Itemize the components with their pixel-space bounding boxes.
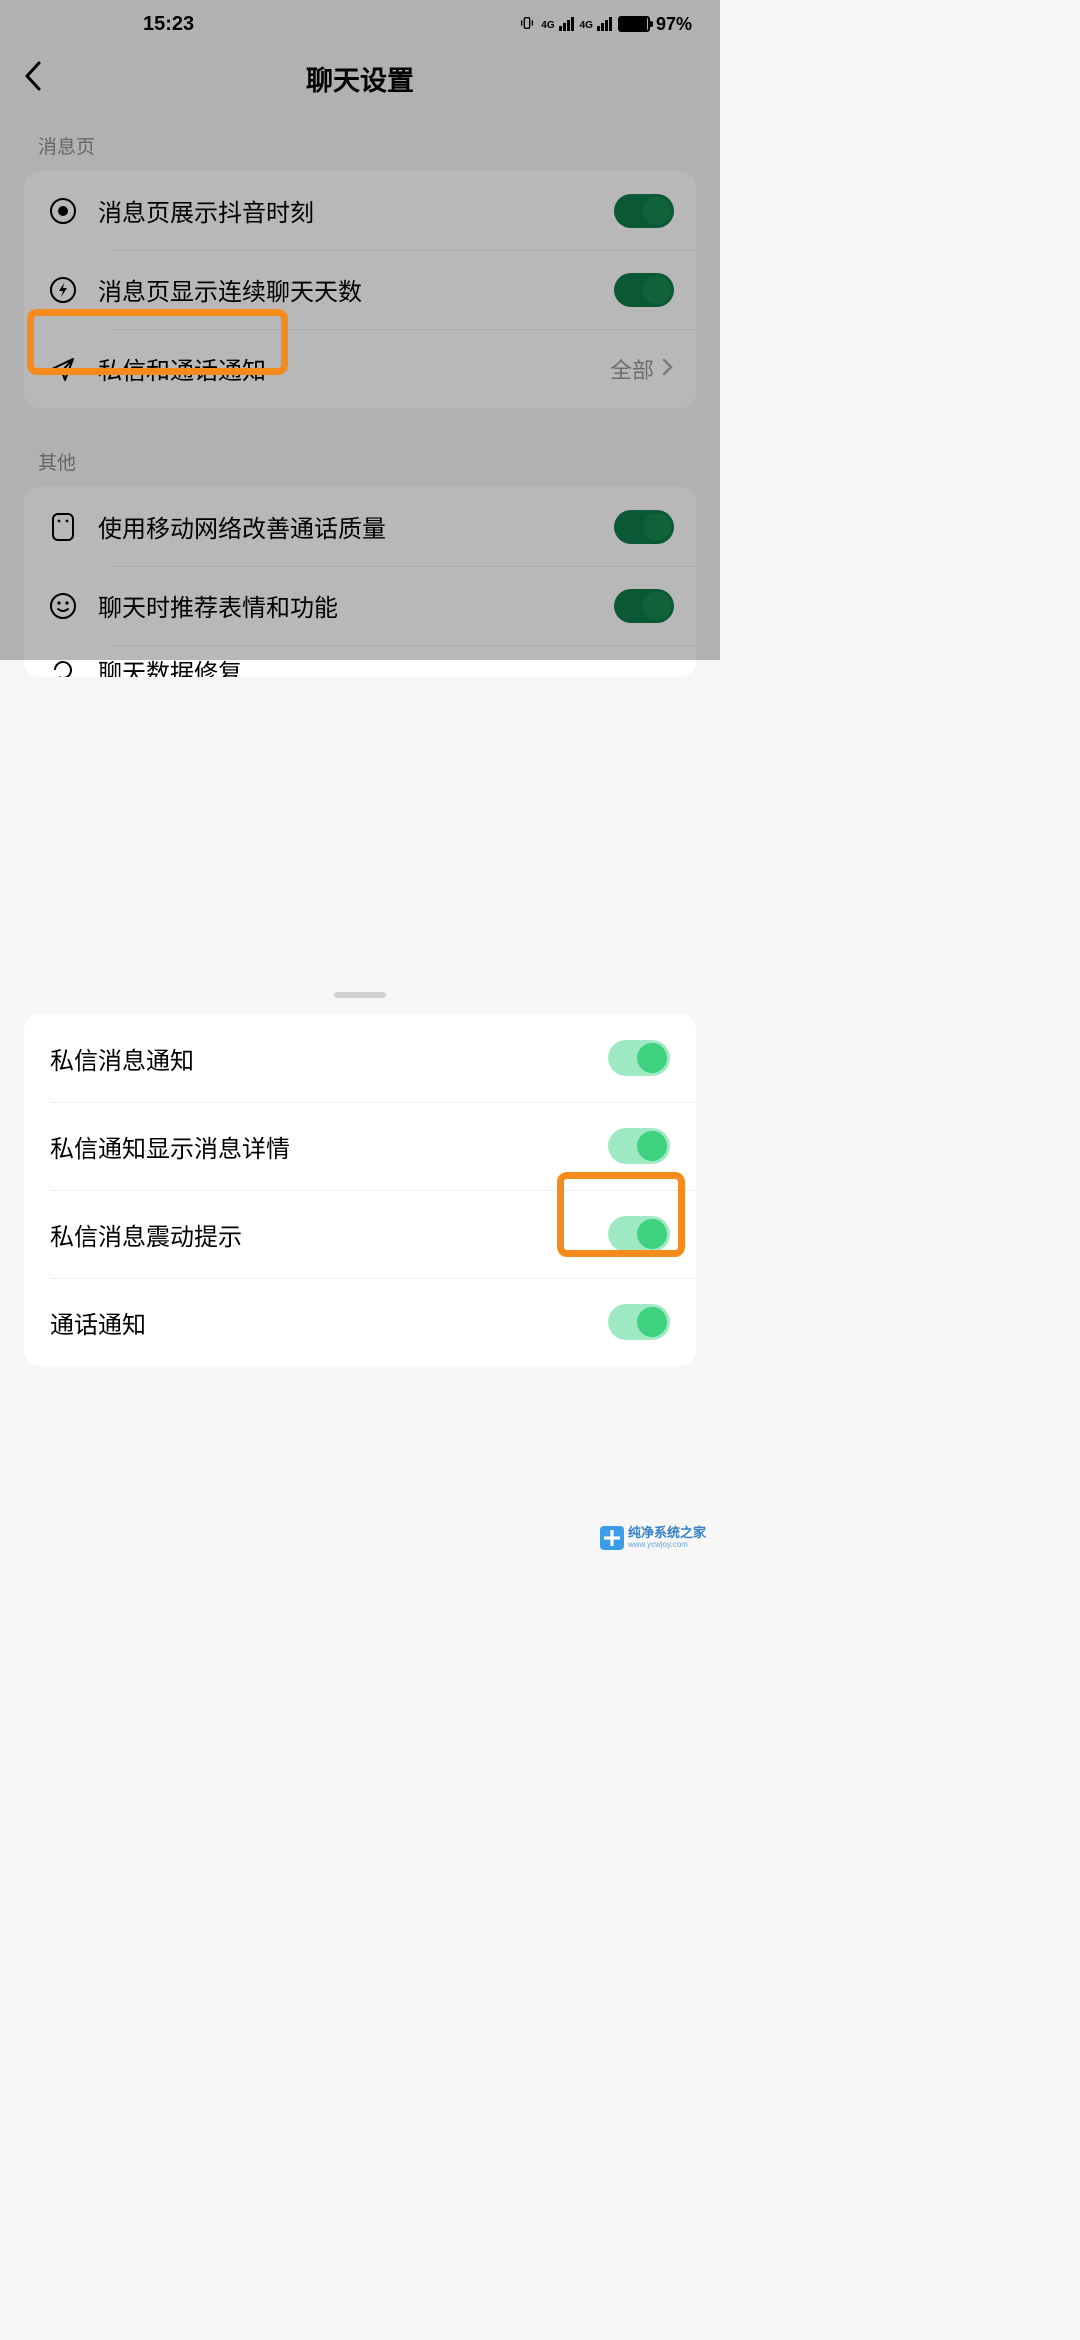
sim-icon: [46, 510, 80, 544]
sheet-label: 通话通知: [50, 1305, 608, 1340]
toggle-call-notify[interactable]: [608, 1304, 670, 1340]
row-data-repair-partial[interactable]: 聊天数据修复: [24, 645, 696, 677]
toggle-dm-notify[interactable]: [608, 1040, 670, 1076]
sheet-row-dm-detail[interactable]: 私信通知显示消息详情: [24, 1102, 696, 1190]
smiley-icon: [46, 589, 80, 623]
sheet-row-dm-notify[interactable]: 私信消息通知: [24, 1014, 696, 1102]
heart-circle-icon: [46, 194, 80, 228]
sheet-label: 私信通知显示消息详情: [50, 1129, 608, 1164]
row-label: 私信和通话通知: [98, 351, 610, 386]
section-label-other: 其他: [0, 408, 720, 487]
row-label: 消息页显示连续聊天天数: [98, 272, 614, 307]
toggle-chat-days[interactable]: [614, 273, 674, 307]
signal-1: 4G: [541, 17, 573, 31]
back-button[interactable]: [24, 61, 44, 96]
row-dm-notifications[interactable]: 私信和通话通知 全部: [24, 329, 696, 408]
battery-icon: [618, 16, 650, 32]
sheet-row-call-notify[interactable]: 通话通知: [24, 1278, 696, 1366]
sheet-row-dm-vibrate[interactable]: 私信消息震动提示: [24, 1190, 696, 1278]
sheet-label: 私信消息震动提示: [50, 1217, 608, 1252]
bottom-sheet: 私信消息通知 私信通知显示消息详情 私信消息震动提示 通话通知: [0, 980, 720, 1560]
row-label: 消息页展示抖音时刻: [98, 193, 614, 228]
toggle-douyin-moments[interactable]: [614, 194, 674, 228]
sheet-card: 私信消息通知 私信通知显示消息详情 私信消息震动提示 通话通知: [24, 1014, 696, 1366]
status-bar: 15:23 4G 4G 97%: [0, 0, 720, 48]
battery-percent: 97%: [656, 14, 692, 35]
toggle-mobile-network[interactable]: [614, 510, 674, 544]
paper-plane-icon: [46, 352, 80, 386]
sheet-label: 私信消息通知: [50, 1041, 608, 1076]
refresh-icon: [46, 653, 80, 677]
lightning-circle-icon: [46, 273, 80, 307]
row-mobile-network[interactable]: 使用移动网络改善通话质量: [24, 487, 696, 566]
row-label: 使用移动网络改善通话质量: [98, 509, 614, 544]
status-indicators: 4G 4G 97%: [519, 14, 692, 35]
status-time: 15:23: [143, 13, 194, 36]
vibrate-icon: [519, 15, 535, 34]
toggle-dm-detail[interactable]: [608, 1128, 670, 1164]
watermark: 纯净系统之家 www.ycwjoy.com: [600, 1526, 706, 1550]
page-title: 聊天设置: [306, 59, 414, 98]
row-emoji-suggest[interactable]: 聊天时推荐表情和功能: [24, 566, 696, 645]
watermark-logo-icon: [600, 1526, 624, 1550]
drag-handle[interactable]: [334, 992, 386, 998]
toggle-dm-vibrate[interactable]: [608, 1216, 670, 1252]
watermark-url: www.ycwjoy.com: [628, 1541, 706, 1550]
row-label: 聊天时推荐表情和功能: [98, 588, 614, 623]
nav-bar: 聊天设置: [0, 48, 720, 108]
row-chat-days[interactable]: 消息页显示连续聊天天数: [24, 250, 696, 329]
row-douyin-moments[interactable]: 消息页展示抖音时刻: [24, 171, 696, 250]
section-label-messages: 消息页: [0, 108, 720, 171]
other-card: 使用移动网络改善通话质量 聊天时推荐表情和功能 聊天数据修复: [24, 487, 696, 677]
watermark-title: 纯净系统之家: [628, 1526, 706, 1540]
chevron-right-icon: [662, 356, 674, 382]
messages-card: 消息页展示抖音时刻 消息页显示连续聊天天数 私信和通话通知 全部: [24, 171, 696, 408]
row-label: 聊天数据修复: [98, 653, 674, 678]
toggle-emoji-suggest[interactable]: [614, 589, 674, 623]
signal-2: 4G: [580, 17, 612, 31]
row-value: 全部: [610, 353, 654, 385]
